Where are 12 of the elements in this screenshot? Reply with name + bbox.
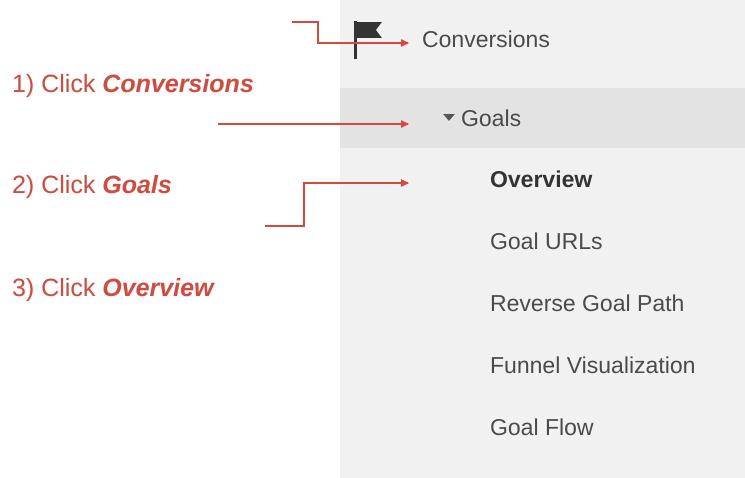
- nav-item[interactable]: Goal URLs: [490, 224, 602, 258]
- flag-icon: [352, 19, 384, 59]
- instruction-text: 1) Click Conversions: [12, 69, 255, 100]
- nav-item[interactable]: Reverse Goal Path: [490, 286, 684, 320]
- nav-item[interactable]: Funnel Visualization: [490, 348, 696, 382]
- nav-item[interactable]: Overview: [490, 162, 592, 196]
- nav-group[interactable]: Goals: [340, 88, 745, 148]
- instruction-text: 3) Click Overview: [12, 273, 216, 304]
- nav-section[interactable]: Conversions: [422, 22, 550, 56]
- instruction-text: 2) Click Goals: [12, 170, 173, 201]
- caret-icon: [443, 114, 455, 122]
- nav-item[interactable]: Goal Flow: [490, 410, 594, 444]
